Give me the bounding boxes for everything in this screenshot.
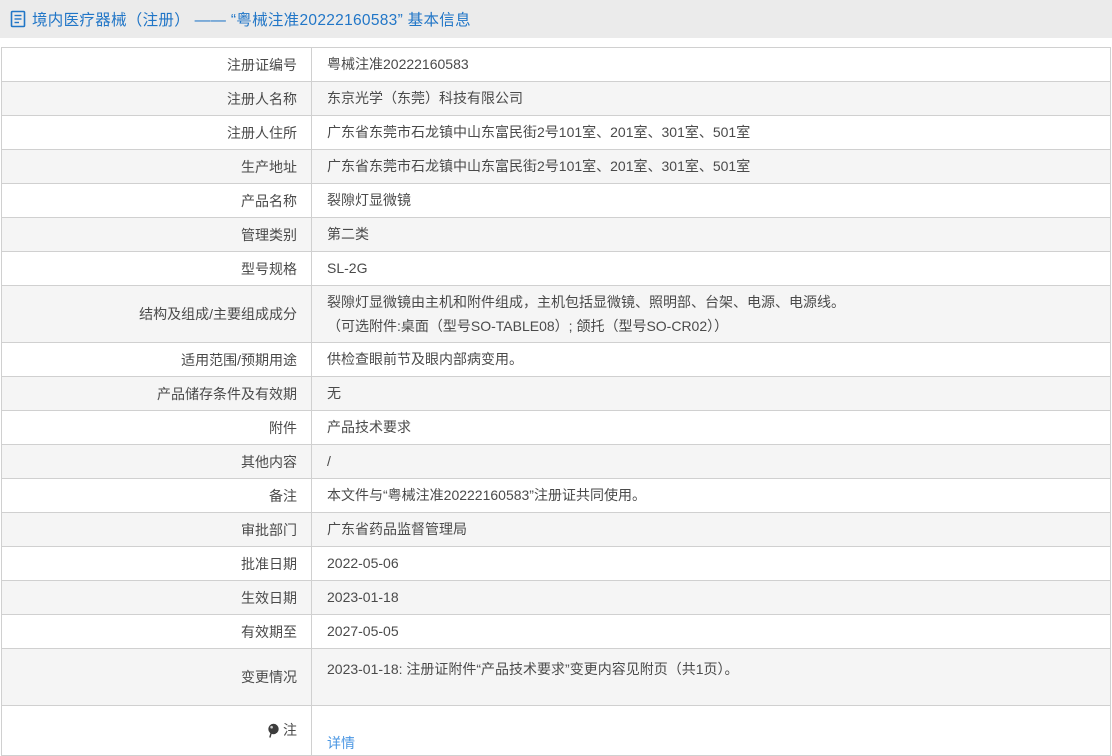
details-link[interactable]: 详情 — [327, 735, 355, 751]
table-row: 产品储存条件及有效期 无 — [2, 377, 1111, 411]
row-label: 管理类别 — [2, 218, 312, 252]
table-row: 其他内容 / — [2, 445, 1111, 479]
table-row: 产品名称 裂隙灯显微镜 — [2, 184, 1111, 218]
table-row: 型号规格 SL-2G — [2, 252, 1111, 286]
page-title: 境内医疗器械（注册） —— “粤械注准20222160583” 基本信息 — [32, 8, 471, 30]
row-label: 变更情况 — [2, 649, 312, 706]
row-value: 裂隙灯显微镜 — [312, 184, 1111, 218]
table-row: 注册证编号 粤械注准20222160583 — [2, 48, 1111, 82]
table-row: 适用范围/预期用途 供检查眼前节及眼内部病变用。 — [2, 343, 1111, 377]
row-value: 东京光学（东莞）科技有限公司 — [312, 82, 1111, 116]
header-bar: 境内医疗器械（注册） —— “粤械注准20222160583” 基本信息 — [0, 0, 1112, 38]
table-row: 批准日期 2022-05-06 — [2, 547, 1111, 581]
row-value: 2022-05-06 — [312, 547, 1111, 581]
row-value: 广东省东莞市石龙镇中山东富民街2号101室、201室、301室、501室 — [312, 116, 1111, 150]
balloon-icon — [267, 723, 280, 738]
row-value: 裂隙灯显微镜由主机和附件组成，主机包括显微镜、照明部、台架、电源、电源线。 （可… — [312, 286, 1111, 343]
table-row: 附件 产品技术要求 — [2, 411, 1111, 445]
table-row: 管理类别 第二类 — [2, 218, 1111, 252]
row-value: 2023-01-18 — [312, 581, 1111, 615]
table-row: 审批部门 广东省药品监督管理局 — [2, 513, 1111, 547]
row-value: 产品技术要求 — [312, 411, 1111, 445]
table-row: 有效期至 2027-05-05 — [2, 615, 1111, 649]
row-label: 有效期至 — [2, 615, 312, 649]
row-label: 产品名称 — [2, 184, 312, 218]
row-value: 供检查眼前节及眼内部病变用。 — [312, 343, 1111, 377]
table-row: 结构及组成/主要组成成分 裂隙灯显微镜由主机和附件组成，主机包括显微镜、照明部、… — [2, 286, 1111, 343]
row-label: 生效日期 — [2, 581, 312, 615]
row-label: 产品储存条件及有效期 — [2, 377, 312, 411]
table-row: 注册人住所 广东省东莞市石龙镇中山东富民街2号101室、201室、301室、50… — [2, 116, 1111, 150]
row-label: 注册证编号 — [2, 48, 312, 82]
document-icon — [10, 10, 26, 28]
row-value: 无 — [312, 377, 1111, 411]
row-label: 生产地址 — [2, 150, 312, 184]
table-row: 生效日期 2023-01-18 — [2, 581, 1111, 615]
row-value: / — [312, 445, 1111, 479]
row-value: 2023-01-18: 注册证附件“产品技术要求”变更内容见附页（共1页）。 — [312, 649, 1111, 706]
row-label: 注 — [2, 706, 312, 756]
row-label: 批准日期 — [2, 547, 312, 581]
row-value: 第二类 — [312, 218, 1111, 252]
row-label: 型号规格 — [2, 252, 312, 286]
row-value: 广东省药品监督管理局 — [312, 513, 1111, 547]
table-row: 变更情况 2023-01-18: 注册证附件“产品技术要求”变更内容见附页（共1… — [2, 649, 1111, 706]
row-label: 备注 — [2, 479, 312, 513]
row-label: 注册人住所 — [2, 116, 312, 150]
row-label: 附件 — [2, 411, 312, 445]
note-label-text: 注 — [283, 720, 297, 740]
table-row: 备注 本文件与“粤械注准20222160583”注册证共同使用。 — [2, 479, 1111, 513]
row-label: 其他内容 — [2, 445, 312, 479]
table-row: 生产地址 广东省东莞市石龙镇中山东富民街2号101室、201室、301室、501… — [2, 150, 1111, 184]
row-label: 适用范围/预期用途 — [2, 343, 312, 377]
table-row: 注 详情 — [2, 706, 1111, 756]
row-value: 2027-05-05 — [312, 615, 1111, 649]
row-value: 粤械注准20222160583 — [312, 48, 1111, 82]
table-row: 注册人名称 东京光学（东莞）科技有限公司 — [2, 82, 1111, 116]
row-value: 本文件与“粤械注准20222160583”注册证共同使用。 — [312, 479, 1111, 513]
info-table: 注册证编号 粤械注准20222160583 注册人名称 东京光学（东莞）科技有限… — [1, 47, 1111, 756]
row-label: 注册人名称 — [2, 82, 312, 116]
row-value: SL-2G — [312, 252, 1111, 286]
row-label: 审批部门 — [2, 513, 312, 547]
row-value: 详情 — [312, 706, 1111, 756]
row-value: 广东省东莞市石龙镇中山东富民街2号101室、201室、301室、501室 — [312, 150, 1111, 184]
row-label: 结构及组成/主要组成成分 — [2, 286, 312, 343]
